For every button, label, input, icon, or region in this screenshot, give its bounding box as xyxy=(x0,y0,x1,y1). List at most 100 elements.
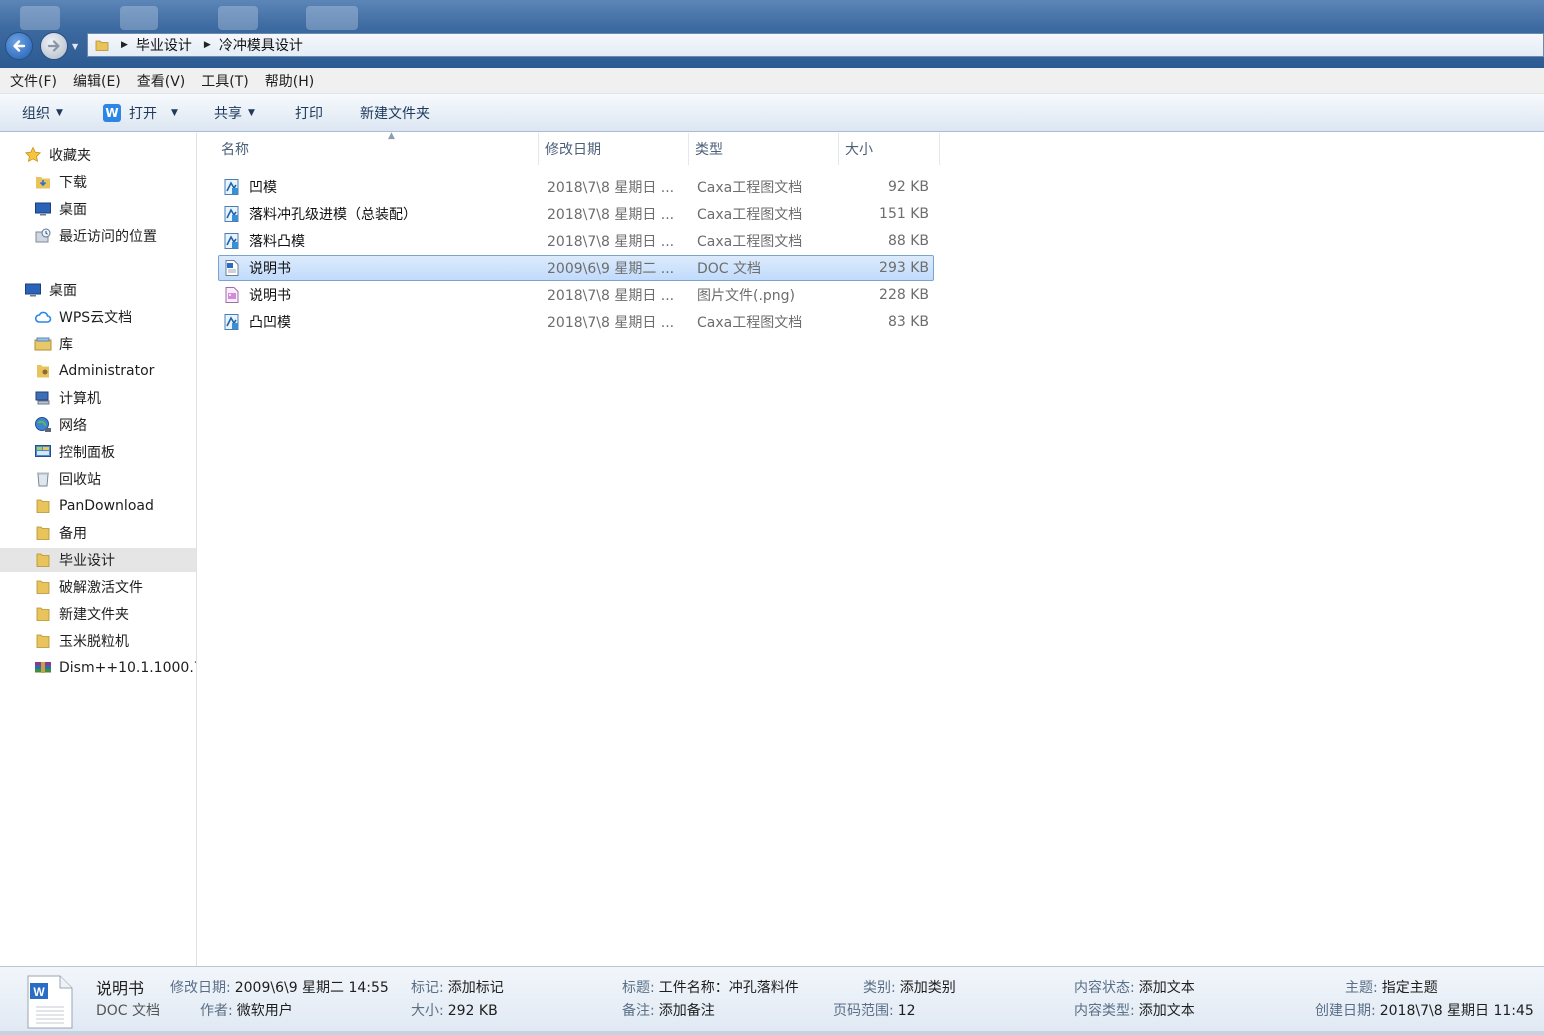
forward-button[interactable] xyxy=(40,32,68,60)
column-header-size[interactable]: 大小 xyxy=(839,133,940,165)
file-size: 293 KB xyxy=(879,260,929,276)
file-row[interactable]: 落料冲孔级进模（总装配） 2018\7\8 星期日 ... Caxa工程图文档 … xyxy=(218,201,934,227)
nav-administrator[interactable]: Administrator xyxy=(0,359,196,383)
svg-text:W: W xyxy=(33,985,45,999)
nav-dism-archive[interactable]: Dism++10.1.1000.7 xyxy=(0,656,196,680)
doc-thumbnail-icon: W xyxy=(27,975,73,1029)
sort-ascending-icon: ▲ xyxy=(388,131,395,141)
file-row[interactable]: 落料凸模 2018\7\8 星期日 ... Caxa工程图文档 88 KB xyxy=(218,228,934,254)
file-row[interactable]: 凸凹模 2018\7\8 星期日 ... Caxa工程图文档 83 KB xyxy=(218,309,934,335)
column-header-type[interactable]: 类型 xyxy=(689,133,839,165)
recycle-bin-icon xyxy=(34,470,52,488)
file-type: Caxa工程图文档 xyxy=(697,207,803,223)
breadcrumb-item[interactable]: 毕业设计 xyxy=(136,35,192,55)
nav-control-panel[interactable]: 控制面板 xyxy=(0,440,196,464)
computer-icon xyxy=(34,389,52,407)
new-folder-button[interactable]: 新建文件夹 xyxy=(360,94,430,132)
prop-created: 创建日期: 2018\7\8 星期日 11:45 xyxy=(1315,1003,1534,1019)
breadcrumb-item-current[interactable]: 冷冲模具设计 xyxy=(219,35,303,55)
file-type: DOC 文档 xyxy=(697,261,762,277)
chevron-down-icon[interactable]: ▼ xyxy=(171,108,178,118)
menu-file[interactable]: 文件(F) xyxy=(10,71,57,91)
open-button[interactable]: W 打开 ▼ xyxy=(103,94,178,132)
menu-bar: 文件(F) 编辑(E) 查看(V) 工具(T) 帮助(H) xyxy=(0,68,1544,94)
star-icon xyxy=(24,146,42,164)
nav-graduation-design[interactable]: 毕业设计 xyxy=(0,548,196,572)
file-name: 凹模 xyxy=(249,180,277,196)
prop-content-status[interactable]: 内容状态: 添加文本 xyxy=(1074,977,1195,997)
taskbar-edge xyxy=(0,1031,1544,1035)
nav-crack-files[interactable]: 破解激活文件 xyxy=(0,575,196,599)
arrow-right-icon xyxy=(47,40,60,52)
file-row-selected[interactable]: 说明书 2009\6\9 星期二 ... DOC 文档 293 KB xyxy=(218,255,934,281)
nav-label: 回收站 xyxy=(59,472,101,488)
command-bar: 组织 ▼ W 打开 ▼ 共享 ▼ 打印 新建文件夹 xyxy=(0,94,1544,132)
file-date: 2018\7\8 星期日 ... xyxy=(547,180,675,196)
menu-tools[interactable]: 工具(T) xyxy=(201,71,248,91)
file-type: 图片文件(.png) xyxy=(697,288,796,304)
column-header-name[interactable]: 名称 ▲ xyxy=(215,131,539,165)
nav-label: 桌面 xyxy=(49,283,77,299)
nav-label: Administrator xyxy=(59,363,155,379)
doc-icon xyxy=(225,260,239,276)
file-row[interactable]: 凹模 2018\7\8 星期日 ... Caxa工程图文档 92 KB xyxy=(218,174,934,200)
nav-label: WPS云文档 xyxy=(59,310,133,326)
folder-icon xyxy=(95,40,109,51)
caxa-icon xyxy=(224,314,239,330)
nav-wps-cloud[interactable]: WPS云文档 xyxy=(0,305,196,329)
prop-category[interactable]: 类别: 添加类别 xyxy=(863,977,956,997)
nav-recycle-bin[interactable]: 回收站 xyxy=(0,467,196,491)
column-label: 名称 xyxy=(221,142,249,158)
nav-label: 控制面板 xyxy=(59,445,115,461)
share-button[interactable]: 共享 ▼ xyxy=(214,94,255,132)
prop-author[interactable]: 作者: 微软用户 xyxy=(200,1000,293,1020)
nav-label: 毕业设计 xyxy=(59,553,115,569)
prop-content-type[interactable]: 内容类型: 添加文本 xyxy=(1074,1000,1195,1020)
file-type: Caxa工程图文档 xyxy=(697,315,803,331)
folder-icon xyxy=(34,578,52,596)
address-bar[interactable]: ▶ 毕业设计 ▶ 冷冲模具设计 xyxy=(87,33,1544,57)
back-button[interactable] xyxy=(5,32,33,60)
details-file-type: DOC 文档 xyxy=(96,1003,161,1019)
nav-libraries[interactable]: 库 xyxy=(0,332,196,356)
file-name: 说明书 xyxy=(249,288,291,304)
nav-recent-places[interactable]: 最近访问的位置 xyxy=(0,224,196,248)
nav-favorites[interactable]: 收藏夹 xyxy=(0,143,196,167)
breadcrumb-separator-icon[interactable]: ▶ xyxy=(121,40,128,50)
file-size: 92 KB xyxy=(887,179,929,195)
file-size: 88 KB xyxy=(887,233,929,249)
nav-label: 最近访问的位置 xyxy=(59,229,157,245)
organize-button[interactable]: 组织 ▼ xyxy=(22,94,63,132)
prop-comments[interactable]: 备注: 添加备注 xyxy=(622,1000,715,1020)
nav-new-folder[interactable]: 新建文件夹 xyxy=(0,602,196,626)
nav-desktop-favorite[interactable]: 桌面 xyxy=(0,197,196,221)
nav-desktop[interactable]: 桌面 xyxy=(0,278,196,302)
nav-downloads[interactable]: 下载 xyxy=(0,170,196,194)
menu-help[interactable]: 帮助(H) xyxy=(265,71,314,91)
nav-label: 破解激活文件 xyxy=(59,580,143,596)
file-date: 2009\6\9 星期二 ... xyxy=(547,261,675,277)
print-button[interactable]: 打印 xyxy=(295,94,323,132)
nav-network[interactable]: 网络 xyxy=(0,413,196,437)
prop-subject[interactable]: 主题: 指定主题 xyxy=(1345,977,1438,997)
nav-label: 库 xyxy=(59,337,73,353)
nav-corn-thresher[interactable]: 玉米脱粒机 xyxy=(0,629,196,653)
nav-label: 网络 xyxy=(59,418,87,434)
folder-icon xyxy=(34,551,52,569)
caxa-icon xyxy=(224,233,239,249)
file-size: 83 KB xyxy=(887,314,929,330)
menu-view[interactable]: 查看(V) xyxy=(137,71,186,91)
column-header-date[interactable]: 修改日期 xyxy=(539,133,689,165)
file-row[interactable]: 说明书 2018\7\8 星期日 ... 图片文件(.png) 228 KB xyxy=(218,282,934,308)
recent-pages-dropdown[interactable]: ▼ xyxy=(72,42,80,51)
folder-icon xyxy=(34,524,52,542)
nav-computer[interactable]: 计算机 xyxy=(0,386,196,410)
nav-pandownload[interactable]: PanDownload xyxy=(0,494,196,518)
blurred-background xyxy=(306,6,358,30)
prop-title[interactable]: 标题: 工件名称：冲孔落料件 xyxy=(622,977,799,997)
menu-edit[interactable]: 编辑(E) xyxy=(73,71,121,91)
nav-beiyong[interactable]: 备用 xyxy=(0,521,196,545)
file-date: 2018\7\8 星期日 ... xyxy=(547,288,675,304)
breadcrumb-separator-icon[interactable]: ▶ xyxy=(204,40,211,50)
prop-tags[interactable]: 标记: 添加标记 xyxy=(411,977,504,997)
